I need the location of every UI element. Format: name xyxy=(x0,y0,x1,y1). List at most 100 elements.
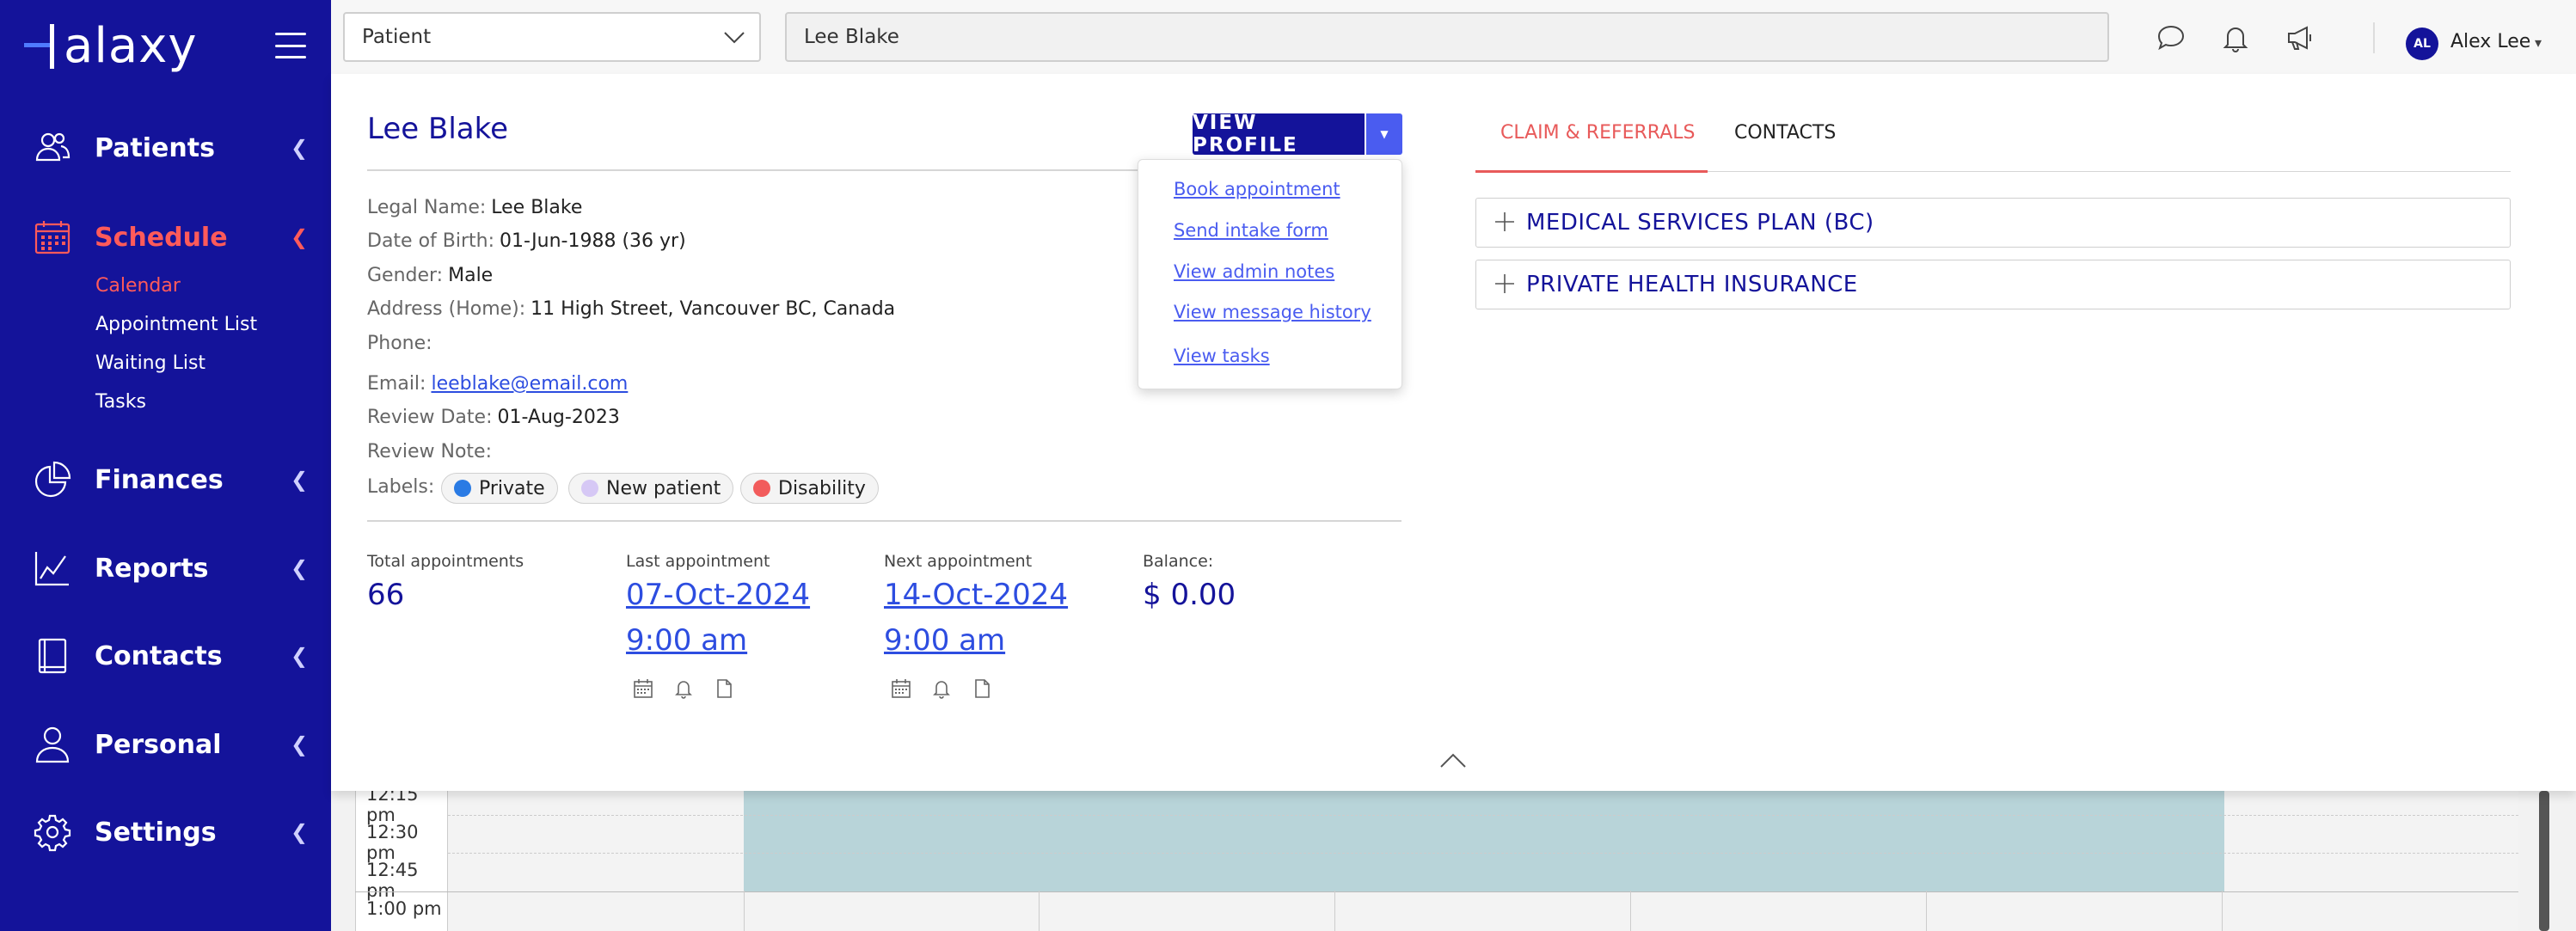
dob-field: Date of Birth: 01-Jun-1988 (36 yr) xyxy=(367,230,686,252)
sidebar-subitem-tasks[interactable]: Tasks xyxy=(95,391,146,413)
grid-line xyxy=(1926,891,1927,931)
chat-icon[interactable] xyxy=(2156,22,2187,53)
halaxy-logo[interactable]: alaxy xyxy=(24,15,197,77)
caret-down-icon[interactable]: ▼ xyxy=(1366,113,1402,155)
view-profile-dropdown-menu: Book appointment Send intake form View a… xyxy=(1138,159,1402,389)
patient-name: Lee Blake xyxy=(367,112,508,146)
search-value: Lee Blake xyxy=(804,26,899,48)
megaphone-icon[interactable] xyxy=(2285,22,2315,53)
time-label: 12:45 pm xyxy=(366,860,419,901)
label-chip[interactable]: Private xyxy=(441,473,558,504)
balance-label: Balance: xyxy=(1143,552,1214,571)
bell-icon[interactable] xyxy=(2220,22,2251,53)
calendar-icon[interactable] xyxy=(632,677,654,700)
email-link[interactable]: leeblake@email.com xyxy=(431,373,628,395)
logo-mark xyxy=(24,24,69,69)
label-dot xyxy=(753,480,770,497)
label-text: Private xyxy=(479,477,545,499)
scrollbar[interactable] xyxy=(2539,791,2549,931)
chevron-left-icon: ❮ xyxy=(291,732,309,756)
chevron-left-icon: ❮ xyxy=(291,136,309,160)
label-dot xyxy=(454,480,471,497)
sidebar-item-schedule[interactable]: Schedule ❮ xyxy=(0,211,331,263)
menu-item-book-appointment[interactable]: Book appointment xyxy=(1174,179,1340,199)
chevron-left-icon: ❮ xyxy=(291,644,309,668)
sidebar-item-label: Patients xyxy=(95,132,215,163)
grid-line xyxy=(1039,891,1040,931)
grid-line xyxy=(355,891,2518,892)
field-label: Review Note: xyxy=(367,441,492,462)
menu-toggle-icon[interactable] xyxy=(275,33,306,58)
divider xyxy=(2373,22,2375,53)
last-appointment-time-link[interactable]: 9:00 am xyxy=(626,623,747,658)
document-icon[interactable] xyxy=(971,677,993,700)
chevron-left-icon: ❮ xyxy=(291,820,309,844)
tab-claim-referrals[interactable]: CLAIM & REFERRALS xyxy=(1500,122,1695,144)
last-appointment-date-link[interactable]: 07-Oct-2024 xyxy=(626,578,810,612)
field-label: Legal Name: xyxy=(367,197,487,218)
accordion-medical-services-plan[interactable]: MEDICAL SERVICES PLAN (BC) xyxy=(1475,198,2511,248)
email-field: Email: leeblake@email.com xyxy=(367,373,628,395)
menu-item-send-intake-form[interactable]: Send intake form xyxy=(1174,220,1328,241)
sidebar: alaxy Patients ❮ Schedule ❮ Calendar App… xyxy=(0,0,331,931)
time-label: 1:00 pm xyxy=(366,898,442,919)
chevron-left-icon: ❮ xyxy=(291,556,309,580)
phone-field: Phone: xyxy=(367,333,432,354)
sidebar-item-personal[interactable]: Personal ❮ xyxy=(0,719,331,770)
menu-item-view-admin-notes[interactable]: View admin notes xyxy=(1174,261,1334,282)
grid-line xyxy=(2222,891,2223,931)
sidebar-item-patients[interactable]: Patients ❮ xyxy=(0,122,331,174)
plus-icon xyxy=(1495,212,1514,231)
tab-contacts[interactable]: CONTACTS xyxy=(1734,122,1836,144)
labels-field: Labels: xyxy=(367,476,434,498)
search-type-select[interactable]: Patient xyxy=(343,12,761,62)
menu-item-view-message-history[interactable]: View message history xyxy=(1174,302,1371,322)
label-dot xyxy=(581,480,598,497)
label-text: New patient xyxy=(606,477,721,499)
label-chip[interactable]: Disability xyxy=(740,473,879,504)
patient-panel xyxy=(331,74,2576,791)
calendar-icon[interactable] xyxy=(890,677,912,700)
appointment-block[interactable] xyxy=(744,774,2224,891)
caret-down-icon[interactable]: ▾ xyxy=(2535,34,2542,51)
field-label: Phone: xyxy=(367,333,432,354)
calendar-icon xyxy=(34,221,71,254)
bell-icon[interactable] xyxy=(672,677,695,700)
label-text: Disability xyxy=(778,477,866,499)
legal-name-field: Legal Name: Lee Blake xyxy=(367,197,582,218)
view-profile-button[interactable]: VIEW PROFILE xyxy=(1193,112,1365,156)
avatar[interactable]: AL xyxy=(2406,28,2438,60)
document-icon[interactable] xyxy=(713,677,735,700)
bell-icon[interactable] xyxy=(930,677,953,700)
sidebar-item-label: Settings xyxy=(95,817,217,848)
sidebar-subitem-waiting-list[interactable]: Waiting List xyxy=(95,352,205,374)
sidebar-item-contacts[interactable]: Contacts ❮ xyxy=(0,630,331,682)
field-label: Email: xyxy=(367,373,426,395)
sidebar-item-settings[interactable]: Settings ❮ xyxy=(0,806,331,858)
sidebar-item-label: Reports xyxy=(95,553,209,584)
grid-line xyxy=(744,891,745,931)
next-appointment-date-link[interactable]: 14-Oct-2024 xyxy=(884,578,1068,612)
sidebar-item-finances[interactable]: Finances ❮ xyxy=(0,454,331,505)
time-column: 12:15 pm 12:30 pm 12:45 pm 1:00 pm xyxy=(355,774,448,931)
accordion-private-health-insurance[interactable]: PRIVATE HEALTH INSURANCE xyxy=(1475,260,2511,309)
time-label: 12:30 pm xyxy=(366,822,419,863)
sidebar-subitem-appointment-list[interactable]: Appointment List xyxy=(95,314,257,335)
person-icon xyxy=(35,726,70,763)
field-value: Lee Blake xyxy=(491,197,583,218)
total-appointments-value: 66 xyxy=(367,578,405,612)
sidebar-subitem-calendar[interactable]: Calendar xyxy=(95,275,181,297)
sidebar-item-label: Schedule xyxy=(95,222,228,253)
sidebar-item-reports[interactable]: Reports ❮ xyxy=(0,542,331,594)
field-value: 01-Jun-1988 (36 yr) xyxy=(500,230,686,252)
select-value: Patient xyxy=(362,26,432,48)
chevron-down-icon xyxy=(724,32,745,44)
user-name[interactable]: Alex Lee xyxy=(2450,31,2530,52)
menu-item-view-tasks[interactable]: View tasks xyxy=(1174,346,1270,366)
next-appointment-time-link[interactable]: 9:00 am xyxy=(884,623,1005,658)
chevron-up-icon xyxy=(1440,753,1466,768)
chevron-left-icon: ❮ xyxy=(291,225,309,249)
label-chip[interactable]: New patient xyxy=(568,473,734,504)
search-input[interactable]: Lee Blake xyxy=(785,12,2109,62)
line-chart-icon xyxy=(34,552,69,586)
